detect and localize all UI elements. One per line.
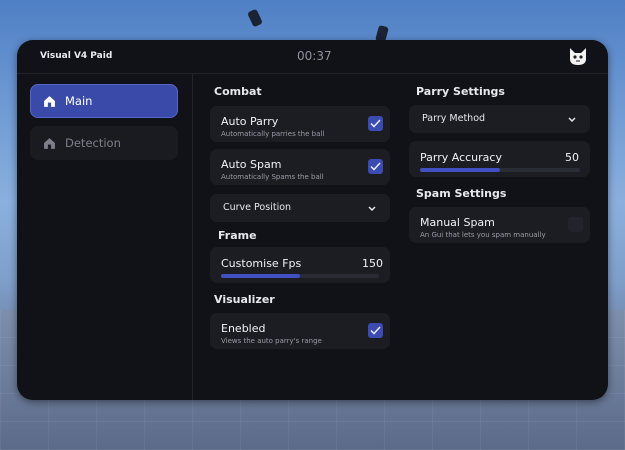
settings-window: Visual V4 Paid 00:37 Main Detection Comb… — [17, 40, 608, 400]
manual-spam-checkbox[interactable] — [568, 217, 583, 232]
combat-heading: Combat — [214, 85, 262, 98]
checkmark-icon — [370, 119, 381, 128]
parry-settings-heading: Parry Settings — [416, 85, 505, 98]
auto-parry-toggle[interactable]: Auto Parry Automatically parries the bal… — [210, 106, 390, 142]
toggle-label: Auto Parry — [221, 115, 279, 128]
sidebar-item-label: Detection — [65, 136, 121, 150]
slider-track[interactable] — [221, 274, 379, 278]
parry-accuracy-slider[interactable]: Parry Accuracy 50 — [409, 141, 590, 177]
toggle-label: Auto Spam — [221, 158, 282, 171]
checkmark-icon — [370, 162, 381, 171]
slider-track[interactable] — [420, 168, 580, 172]
sidebar-item-detection[interactable]: Detection — [30, 126, 178, 160]
visualizer-heading: Visualizer — [214, 293, 275, 306]
chevron-down-icon — [568, 117, 576, 123]
slider-label: Parry Accuracy — [420, 151, 502, 164]
toggle-description: Automatically Spams the ball — [221, 173, 324, 181]
slider-fill — [221, 274, 300, 278]
checkmark-icon — [370, 326, 381, 335]
cat-avatar-icon[interactable] — [567, 45, 589, 67]
window-title: Visual V4 Paid — [40, 51, 113, 61]
title-bar[interactable]: Visual V4 Paid 00:37 — [17, 40, 608, 73]
chevron-down-icon — [368, 206, 376, 212]
customise-fps-slider[interactable]: Customise Fps 150 — [210, 247, 390, 283]
sidebar-item-main[interactable]: Main — [30, 84, 178, 118]
auto-parry-checkbox[interactable] — [368, 116, 383, 131]
slider-label: Customise Fps — [221, 257, 302, 270]
toggle-description: Automatically parries the ball — [221, 130, 325, 138]
manual-spam-toggle[interactable]: Manual Spam An Gui that lets you spam ma… — [409, 207, 590, 243]
parry-method-dropdown[interactable]: Parry Method — [409, 105, 590, 133]
home-icon — [44, 137, 55, 149]
timer: 00:37 — [297, 49, 332, 63]
sidebar-divider — [192, 73, 193, 400]
game-character — [247, 8, 263, 28]
frame-heading: Frame — [218, 229, 257, 242]
auto-spam-checkbox[interactable] — [368, 159, 383, 174]
visualizer-checkbox[interactable] — [368, 323, 383, 338]
curve-position-dropdown[interactable]: Curve Position — [210, 194, 390, 222]
slider-value: 150 — [362, 257, 383, 270]
slider-value: 50 — [565, 151, 579, 164]
home-icon — [44, 95, 55, 107]
spam-settings-heading: Spam Settings — [416, 187, 507, 200]
visualizer-enabled-toggle[interactable]: Enebled Views the auto parry's range — [210, 313, 390, 349]
toggle-description: Views the auto parry's range — [221, 337, 322, 345]
slider-fill — [420, 168, 500, 172]
toggle-label: Manual Spam — [420, 216, 495, 229]
sidebar-item-label: Main — [65, 94, 93, 108]
dropdown-label: Parry Method — [422, 113, 486, 124]
auto-spam-toggle[interactable]: Auto Spam Automatically Spams the ball — [210, 149, 390, 185]
toggle-label: Enebled — [221, 322, 266, 335]
toggle-description: An Gui that lets you spam manually — [420, 231, 546, 239]
header-divider — [17, 73, 608, 74]
dropdown-label: Curve Position — [223, 202, 292, 213]
